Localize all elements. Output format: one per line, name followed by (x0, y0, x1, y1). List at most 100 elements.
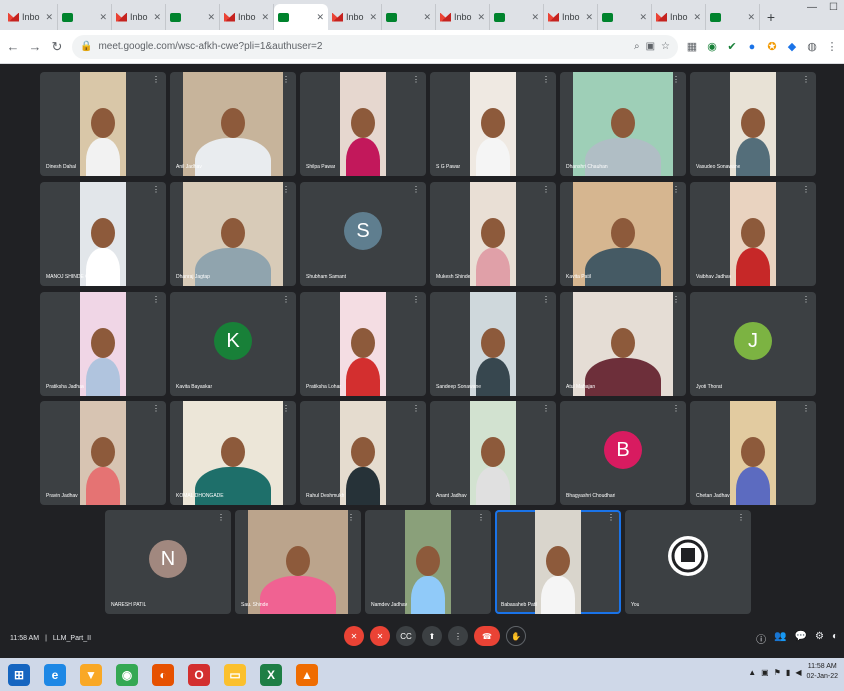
tile-options-icon[interactable]: ⋮ (412, 405, 420, 413)
browser-menu-icon[interactable]: ⋮ (826, 40, 838, 53)
tray-app-icon[interactable]: ▣ (761, 668, 769, 677)
raise-hand-button[interactable]: ✋ (506, 626, 526, 646)
tile-options-icon[interactable]: ⋮ (672, 405, 680, 413)
tile-options-icon[interactable]: ⋮ (412, 76, 420, 84)
network-icon[interactable]: ▮ (786, 668, 790, 677)
check-extension-icon[interactable]: ✔ (726, 40, 738, 53)
new-tab-button[interactable]: + (760, 4, 782, 30)
tray-flag-icon[interactable]: ⚑ (774, 668, 781, 677)
close-tab-icon[interactable]: ✕ (747, 12, 755, 23)
close-tab-icon[interactable]: ✕ (423, 12, 431, 23)
browser-tab[interactable]: Inbo ✕ (328, 4, 382, 30)
close-tab-icon[interactable]: ✕ (45, 12, 53, 23)
extension-icon[interactable]: ▦ (686, 40, 698, 53)
participant-tile[interactable]: ⋮ Pravin Jadhav (40, 401, 166, 505)
browser-tab[interactable]: ✕ (274, 4, 328, 30)
tile-options-icon[interactable]: ⋮ (802, 405, 810, 413)
participant-tile[interactable]: ⋮ S G Pawar (430, 72, 556, 176)
tile-options-icon[interactable]: ⋮ (347, 514, 355, 522)
grammarly-icon[interactable]: ◉ (706, 40, 718, 53)
tile-options-icon[interactable]: ⋮ (152, 296, 160, 304)
captions-button[interactable]: CC (396, 626, 416, 646)
participant-tile[interactable]: ⋮ Mukesh Shinde (430, 182, 556, 286)
participant-tile[interactable]: ⋮ Anant Jadhav (430, 401, 556, 505)
back-icon[interactable]: ← (6, 39, 20, 54)
chat-icon[interactable]: 💬 (795, 631, 807, 646)
tile-options-icon[interactable]: ⋮ (282, 186, 290, 194)
participant-tile[interactable]: ⋮ Chetan Jadhav (690, 401, 816, 505)
browser-tab[interactable]: Inbo ✕ (544, 4, 598, 30)
close-tab-icon[interactable]: ✕ (369, 12, 377, 23)
tile-options-icon[interactable]: ⋮ (672, 296, 680, 304)
profile-avatar-icon[interactable]: ◍ (806, 40, 818, 53)
close-tab-icon[interactable]: ✕ (99, 12, 107, 23)
participant-tile[interactable]: ⋮ Anil Jadhav (170, 72, 296, 176)
tile-options-icon[interactable]: ⋮ (217, 514, 225, 522)
browser-tab[interactable]: Inbo ✕ (112, 4, 166, 30)
close-tab-icon[interactable]: ✕ (585, 12, 593, 23)
tile-options-icon[interactable]: ⋮ (607, 514, 615, 522)
taskbar-opera[interactable]: O (184, 660, 214, 690)
tile-options-icon[interactable]: ⋮ (477, 514, 485, 522)
participant-tile[interactable]: ⋮ MANOJ SHINDE GAD (40, 182, 166, 286)
taskbar-firefox[interactable]: ◐ (148, 660, 178, 690)
browser-tab[interactable]: Inbo ✕ (4, 4, 58, 30)
browser-tab[interactable]: Inbo ✕ (220, 4, 274, 30)
participant-tile[interactable]: ⋮ Shilpa Pawar (300, 72, 426, 176)
close-tab-icon[interactable]: ✕ (261, 12, 269, 23)
taskbar-file-explorer[interactable]: ▭ (220, 660, 250, 690)
participant-tile[interactable]: ⋮ Babasaheb Patil (495, 510, 621, 614)
taskbar-internet-explorer[interactable]: e (40, 660, 70, 690)
more-options-button[interactable]: ⋮ (448, 626, 468, 646)
participant-tile[interactable]: ⋮ Sandeep Sonawane (430, 292, 556, 396)
tile-options-icon[interactable]: ⋮ (152, 76, 160, 84)
end-call-button[interactable]: ☎ (474, 626, 500, 646)
participant-tile[interactable]: K ⋮ Kavita Bayaskar (170, 292, 296, 396)
participant-tile[interactable]: ⋮ Atul Mahajan (560, 292, 686, 396)
participant-tile[interactable]: ⋮ Pratiksha Jadhav (40, 292, 166, 396)
browser-tab[interactable]: ✕ (706, 4, 760, 30)
participant-tile[interactable]: ⋮ Dhanraj Jagtap (170, 182, 296, 286)
participant-tile[interactable]: ⋮ Kavita Patil (560, 182, 686, 286)
tile-options-icon[interactable]: ⋮ (802, 296, 810, 304)
camera-off-button[interactable]: ✕ (370, 626, 390, 646)
browser-tab[interactable]: ✕ (58, 4, 112, 30)
close-tab-icon[interactable]: ✕ (477, 12, 485, 23)
browser-tab[interactable]: ✕ (490, 4, 544, 30)
zoom-icon[interactable]: ⌕ (634, 41, 640, 52)
volume-icon[interactable]: ◀ (795, 668, 801, 677)
close-tab-icon[interactable]: ✕ (316, 12, 324, 23)
browser-tab[interactable]: ✕ (166, 4, 220, 30)
tile-options-icon[interactable]: ⋮ (152, 186, 160, 194)
close-tab-icon[interactable]: ✕ (207, 12, 215, 23)
close-tab-icon[interactable]: ✕ (639, 12, 647, 23)
participant-tile[interactable]: B ⋮ Bhagyashri Choudhari (560, 401, 686, 505)
participant-tile[interactable]: ⋮ Dinesh Dahal (40, 72, 166, 176)
minimize-icon[interactable]: — (807, 2, 817, 13)
participant-tile[interactable]: ⋮ Vasudeo Sonawane (690, 72, 816, 176)
participant-tile[interactable]: J ⋮ Jyoti Thorat (690, 292, 816, 396)
participant-tile[interactable]: ⋮ You (625, 510, 751, 614)
tile-options-icon[interactable]: ⋮ (282, 405, 290, 413)
tile-options-icon[interactable]: ⋮ (542, 296, 550, 304)
browser-tab[interactable]: Inbo ✕ (652, 4, 706, 30)
orange-extension-icon[interactable]: ✪ (766, 40, 778, 53)
participant-tile[interactable]: ⋮ Vaibhav Jadhav (690, 182, 816, 286)
close-tab-icon[interactable]: ✕ (531, 12, 539, 23)
participant-tile[interactable]: N ⋮ NARESH PATIL (105, 510, 231, 614)
camera-in-use-icon[interactable]: ▣ (646, 41, 655, 52)
tile-options-icon[interactable]: ⋮ (802, 186, 810, 194)
taskbar-vlc[interactable]: ▲ (292, 660, 322, 690)
tile-options-icon[interactable]: ⋮ (282, 76, 290, 84)
present-button[interactable]: ⬆ (422, 626, 442, 646)
clock[interactable]: 11:58 AM 02-Jan-22 (806, 662, 838, 682)
taskbar-security[interactable]: ▼ (76, 660, 106, 690)
browser-tab[interactable]: ✕ (598, 4, 652, 30)
tile-options-icon[interactable]: ⋮ (542, 186, 550, 194)
taskbar-start[interactable]: ⊞ (4, 660, 34, 690)
taskbar-excel[interactable]: X (256, 660, 286, 690)
reload-icon[interactable]: ↻ (50, 39, 64, 55)
tile-options-icon[interactable]: ⋮ (672, 76, 680, 84)
browser-tab[interactable]: ✕ (382, 4, 436, 30)
translate-icon[interactable]: ◆ (786, 40, 798, 53)
